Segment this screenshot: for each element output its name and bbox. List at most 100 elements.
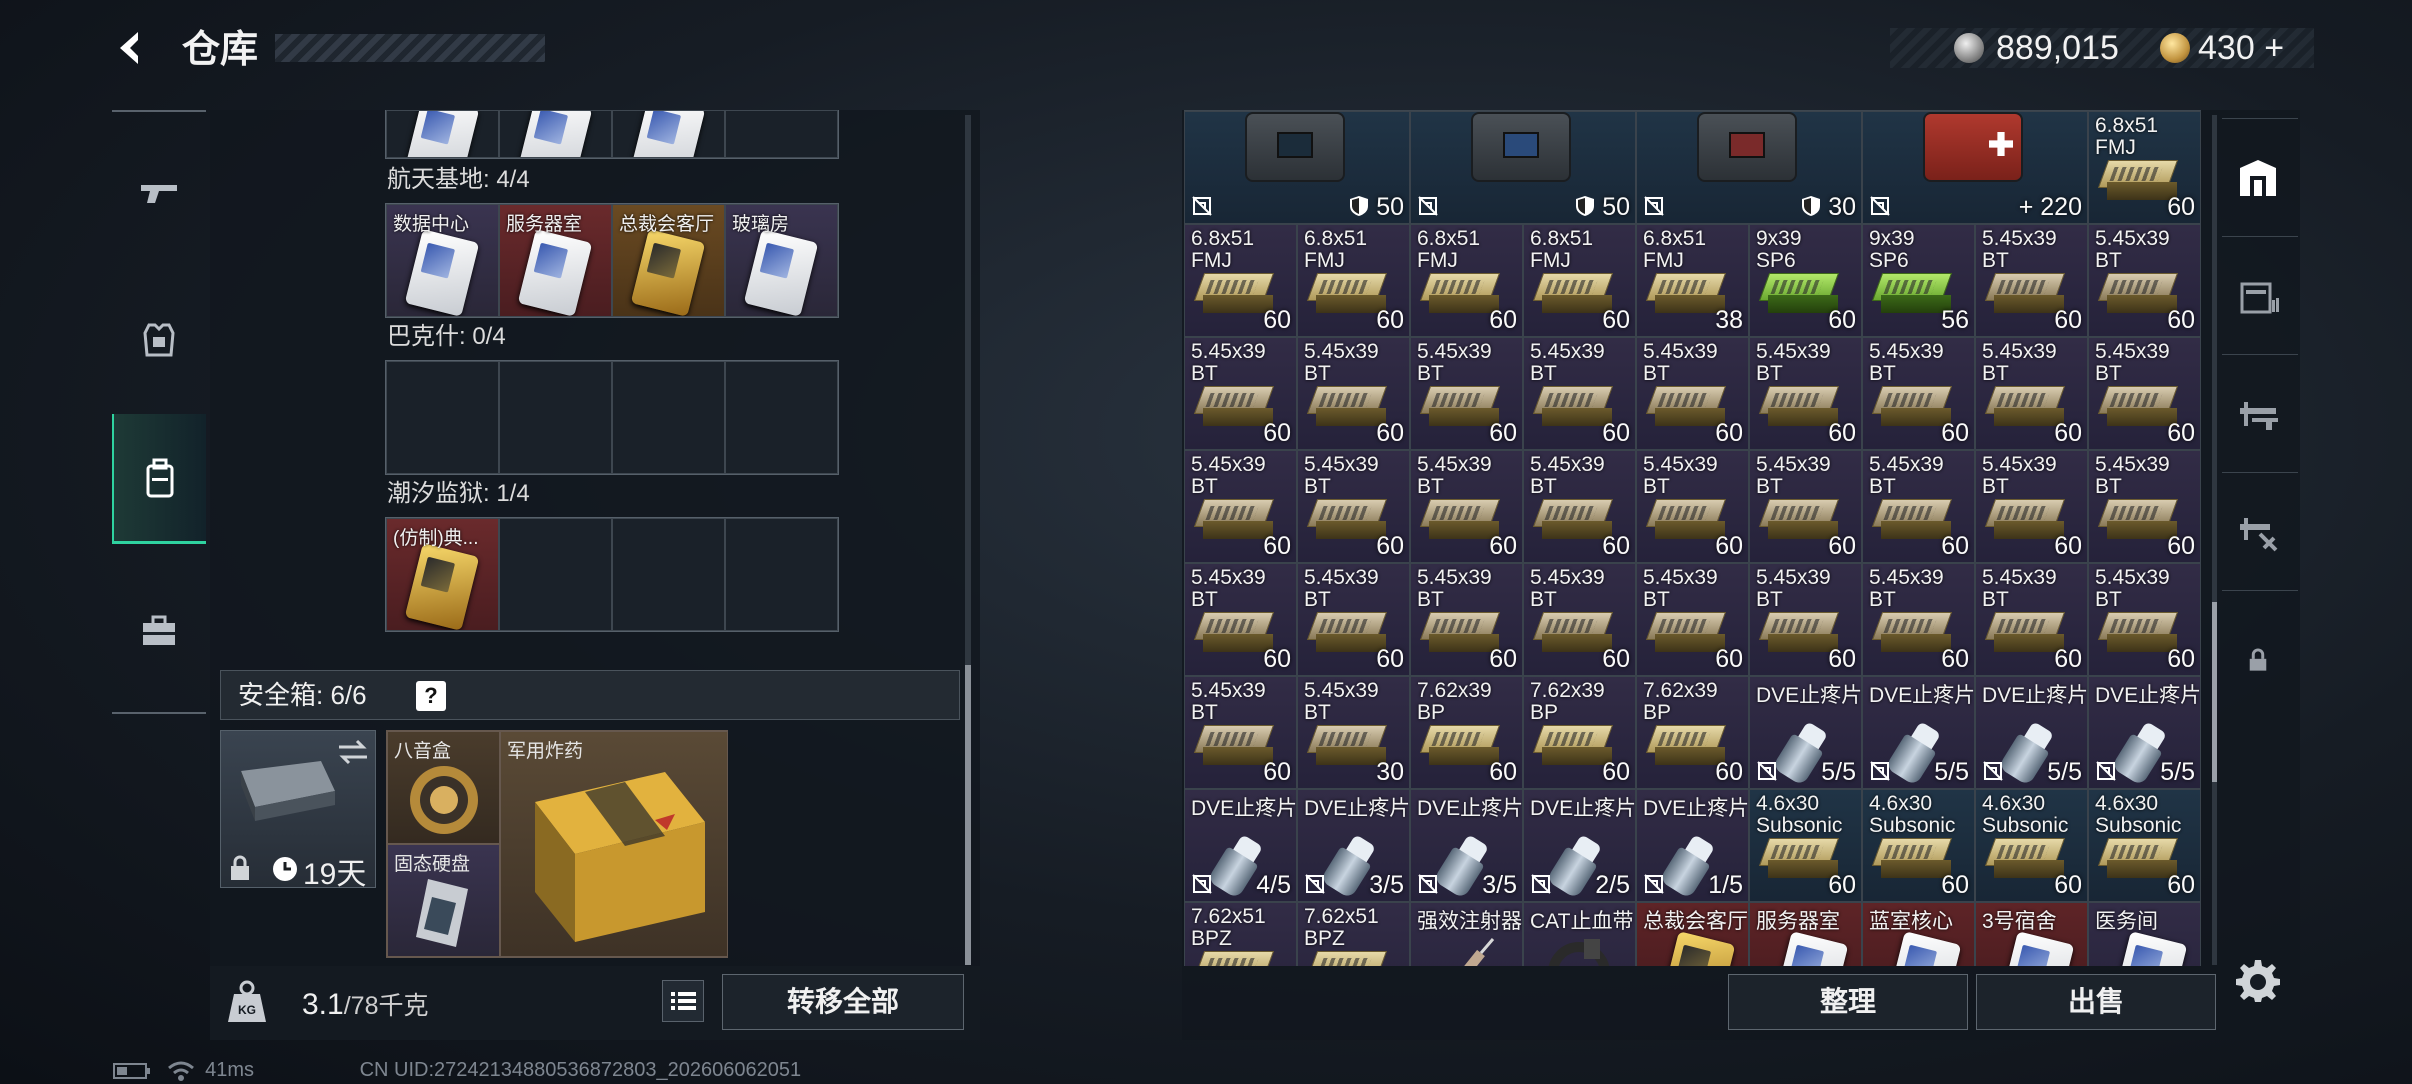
- stash-item-slot[interactable]: 5.45x39 BT 60: [1297, 450, 1410, 563]
- safe-item-slot[interactable]: 军用炸药: [500, 731, 728, 957]
- stash-item-slot[interactable]: 5.45x39 BT 60: [1862, 563, 1975, 676]
- stash-item-slot[interactable]: 5.45x39 BT 60: [1184, 676, 1297, 789]
- stash-item-slot[interactable]: 7.62x51 BPZ: [1184, 902, 1297, 966]
- stash-item-slot[interactable]: 5.45x39 BT 60: [1410, 450, 1523, 563]
- stash-item-slot[interactable]: 4.6x30 Subsonic 60: [1862, 789, 1975, 902]
- keycard-slot[interactable]: (仿制)典...: [386, 518, 499, 631]
- stash-item-slot[interactable]: 5.45x39 BT 60: [1297, 563, 1410, 676]
- gold-add-icon[interactable]: +: [2264, 29, 2284, 67]
- stash-item-slot[interactable]: DVE止疼片 3/5: [1410, 789, 1523, 902]
- stash-item-slot[interactable]: 5.45x39 BT 60: [1636, 337, 1749, 450]
- stash-item-slot[interactable]: 50: [1184, 111, 1410, 224]
- stash-item-slot[interactable]: 5.45x39 BT 60: [1749, 337, 1862, 450]
- nav-backpack[interactable]: [112, 414, 206, 544]
- nav-weapons[interactable]: [112, 128, 206, 258]
- stash-item-slot[interactable]: 5.45x39 BT 60: [1523, 563, 1636, 676]
- nav-armor[interactable]: [112, 274, 206, 404]
- stash-item-slot[interactable]: 6.8x51 FMJ 60: [2088, 111, 2201, 224]
- stash-item-slot[interactable]: 5.45x39 BT 60: [1862, 450, 1975, 563]
- stash-item-slot[interactable]: 5.45x39 BT 60: [1184, 563, 1297, 676]
- keycard-slot[interactable]: [725, 110, 838, 158]
- left-scrollbar-thumb[interactable]: [965, 665, 971, 965]
- stash-item-slot[interactable]: CAT止血带: [1523, 902, 1636, 966]
- tab-locked[interactable]: [2216, 602, 2300, 718]
- stash-item-slot[interactable]: 3号宿舍: [1975, 902, 2088, 966]
- help-icon[interactable]: ?: [416, 681, 446, 711]
- keycard-slot[interactable]: [499, 110, 612, 158]
- keycard-slot[interactable]: 服务器室: [499, 204, 612, 317]
- stash-item-slot[interactable]: 6.8x51 FMJ 38: [1636, 224, 1749, 337]
- stash-item-slot[interactable]: + 220: [1862, 111, 2088, 224]
- stash-item-slot[interactable]: 5.45x39 BT 60: [2088, 450, 2201, 563]
- gear-icon[interactable]: [2234, 956, 2282, 1004]
- stash-item-slot[interactable]: 5.45x39 BT 60: [1184, 450, 1297, 563]
- safe-item-slot[interactable]: 固态硬盘: [387, 844, 500, 957]
- stash-item-slot[interactable]: 5.45x39 BT 60: [1523, 450, 1636, 563]
- nav-toolbox[interactable]: [112, 566, 206, 696]
- transfer-all-button[interactable]: 转移全部: [722, 974, 964, 1030]
- keycard-slot[interactable]: [725, 361, 838, 474]
- list-view-button[interactable]: [662, 980, 704, 1022]
- stash-item-slot[interactable]: 5.45x39 BT 60: [1636, 450, 1749, 563]
- keycard-slot[interactable]: [612, 518, 725, 631]
- tab-weapon-repair[interactable]: [2216, 474, 2300, 590]
- stash-item-slot[interactable]: 9x39 SP6 56: [1862, 224, 1975, 337]
- stash-item-slot[interactable]: 总裁会客厅: [1636, 902, 1749, 966]
- stash-item-slot[interactable]: 5.45x39 BT 60: [1749, 563, 1862, 676]
- stash-item-slot[interactable]: DVE止疼片 5/5: [1749, 676, 1862, 789]
- stash-item-slot[interactable]: 5.45x39 BT 60: [1523, 337, 1636, 450]
- tab-container[interactable]: [2216, 120, 2300, 236]
- stash-item-slot[interactable]: 4.6x30 Subsonic 60: [1975, 789, 2088, 902]
- stash-item-slot[interactable]: 6.8x51 FMJ 60: [1297, 224, 1410, 337]
- stash-item-slot[interactable]: 4.6x30 Subsonic 60: [1749, 789, 1862, 902]
- stash-item-slot[interactable]: 5.45x39 BT 60: [1184, 337, 1297, 450]
- stash-item-slot[interactable]: 5.45x39 BT 60: [1975, 450, 2088, 563]
- stash-item-slot[interactable]: 5.45x39 BT 60: [1749, 450, 1862, 563]
- stash-item-slot[interactable]: 5.45x39 BT 60: [1862, 337, 1975, 450]
- keycard-slot[interactable]: [499, 518, 612, 631]
- keycard-slot[interactable]: 总裁会客厅: [612, 204, 725, 317]
- stash-item-slot[interactable]: DVE止疼片 5/5: [1975, 676, 2088, 789]
- stash-item-slot[interactable]: 5.45x39 BT 60: [1975, 224, 2088, 337]
- stash-item-slot[interactable]: 5.45x39 BT 60: [1975, 563, 2088, 676]
- stash-item-slot[interactable]: 7.62x39 BP 60: [1636, 676, 1749, 789]
- stash-item-slot[interactable]: 6.8x51 FMJ 60: [1184, 224, 1297, 337]
- keycard-slot[interactable]: [612, 110, 725, 158]
- swap-icon[interactable]: [337, 739, 369, 765]
- keycard-slot[interactable]: [725, 518, 838, 631]
- stash-item-slot[interactable]: DVE止疼片 3/5: [1297, 789, 1410, 902]
- stash-item-slot[interactable]: 5.45x39 BT 60: [2088, 224, 2201, 337]
- stash-item-slot[interactable]: DVE止疼片 4/5: [1184, 789, 1297, 902]
- stash-item-slot[interactable]: 7.62x39 BP 60: [1523, 676, 1636, 789]
- stash-item-slot[interactable]: 4.6x30 Subsonic 60: [2088, 789, 2201, 902]
- stash-item-slot[interactable]: 50: [1410, 111, 1636, 224]
- keycard-slot[interactable]: 数据中心: [386, 204, 499, 317]
- keycard-slot[interactable]: [612, 361, 725, 474]
- stash-item-slot[interactable]: 6.8x51 FMJ 60: [1410, 224, 1523, 337]
- stash-item-slot[interactable]: 5.45x39 BT 60: [1297, 337, 1410, 450]
- safe-case-slot[interactable]: 19天: [220, 730, 376, 891]
- stash-item-slot[interactable]: 9x39 SP6 60: [1749, 224, 1862, 337]
- safe-item-slot[interactable]: 八音盒: [387, 731, 500, 844]
- stash-item-slot[interactable]: 5.45x39 BT 60: [1410, 563, 1523, 676]
- stash-item-slot[interactable]: DVE止疼片 2/5: [1523, 789, 1636, 902]
- tab-weapon-rack[interactable]: [2216, 356, 2300, 472]
- stash-item-slot[interactable]: 5.45x39 BT 60: [1410, 337, 1523, 450]
- stash-item-slot[interactable]: 5.45x39 BT 60: [2088, 563, 2201, 676]
- stash-item-slot[interactable]: 服务器室: [1749, 902, 1862, 966]
- stash-item-slot[interactable]: 6.8x51 FMJ 60: [1523, 224, 1636, 337]
- sell-button[interactable]: 出售: [1976, 974, 2216, 1030]
- stash-item-slot[interactable]: 30: [1636, 111, 1862, 224]
- keycard-slot[interactable]: [386, 361, 499, 474]
- keycard-slot[interactable]: [386, 110, 499, 158]
- keycard-slot[interactable]: 玻璃房: [725, 204, 838, 317]
- stash-item-slot[interactable]: 5.45x39 BT 60: [1636, 563, 1749, 676]
- stash-item-slot[interactable]: 7.62x51 BPZ: [1297, 902, 1410, 966]
- stash-item-slot[interactable]: DVE止疼片 1/5: [1636, 789, 1749, 902]
- keycard-slot[interactable]: [499, 361, 612, 474]
- stash-item-slot[interactable]: 医务间: [2088, 902, 2201, 966]
- stash-item-slot[interactable]: 7.62x39 BP 60: [1410, 676, 1523, 789]
- stash-item-slot[interactable]: 5.45x39 BT 60: [1975, 337, 2088, 450]
- stash-item-slot[interactable]: DVE止疼片 5/5: [1862, 676, 1975, 789]
- tidy-button[interactable]: 整理: [1728, 974, 1968, 1030]
